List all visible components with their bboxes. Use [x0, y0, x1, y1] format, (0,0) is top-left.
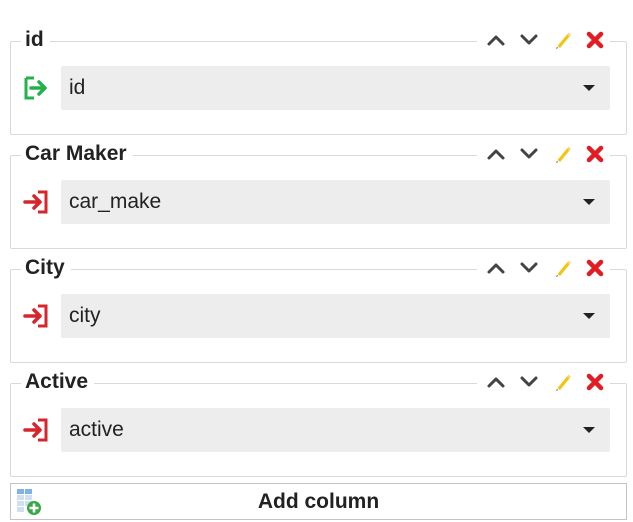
chevron-down-icon [583, 85, 595, 91]
field-enter-icon [23, 418, 49, 442]
chevron-down-icon [583, 199, 595, 205]
edit-pencil-icon[interactable] [551, 371, 573, 393]
add-column-label: Add column [257, 490, 380, 513]
column-group: id id [10, 27, 627, 135]
column-title: City [21, 255, 71, 281]
field-select[interactable]: id [61, 66, 610, 110]
field-enter-icon [23, 304, 49, 328]
move-down-icon[interactable] [518, 371, 540, 393]
column-group: Car Maker car_make [10, 141, 627, 249]
add-column-button[interactable]: Add column [10, 483, 627, 520]
field-select-value: active [69, 418, 124, 441]
column-group: City city [10, 255, 627, 363]
edit-pencil-icon[interactable] [551, 29, 573, 51]
move-down-icon[interactable] [518, 257, 540, 279]
field-enter-icon [23, 190, 49, 214]
column-row: city [23, 294, 610, 338]
field-select[interactable]: car_make [61, 180, 610, 224]
move-up-icon[interactable] [485, 371, 507, 393]
column-toolbar [477, 141, 610, 167]
delete-x-icon[interactable] [584, 371, 606, 393]
edit-pencil-icon[interactable] [551, 257, 573, 279]
delete-x-icon[interactable] [584, 257, 606, 279]
chevron-down-icon [583, 427, 595, 433]
key-enter-icon [23, 76, 49, 100]
field-select-value: id [69, 76, 86, 99]
edit-pencil-icon[interactable] [551, 143, 573, 165]
column-toolbar [477, 255, 610, 281]
column-toolbar [477, 27, 610, 53]
move-up-icon[interactable] [485, 257, 507, 279]
column-toolbar [477, 369, 610, 395]
field-select-value: car_make [69, 190, 162, 213]
column-row: id [23, 66, 610, 110]
column-row: car_make [23, 180, 610, 224]
field-select[interactable]: city [61, 294, 610, 338]
column-group: Active active [10, 369, 627, 477]
column-title: Active [21, 369, 95, 395]
field-select-value: city [69, 304, 101, 327]
chevron-down-icon [583, 313, 595, 319]
move-up-icon[interactable] [485, 143, 507, 165]
field-select[interactable]: active [61, 408, 610, 452]
delete-x-icon[interactable] [584, 143, 606, 165]
move-up-icon[interactable] [485, 29, 507, 51]
column-row: active [23, 408, 610, 452]
delete-x-icon[interactable] [584, 29, 606, 51]
move-down-icon[interactable] [518, 29, 540, 51]
column-title: Car Maker [21, 141, 133, 167]
move-down-icon[interactable] [518, 143, 540, 165]
column-title: id [21, 27, 50, 53]
